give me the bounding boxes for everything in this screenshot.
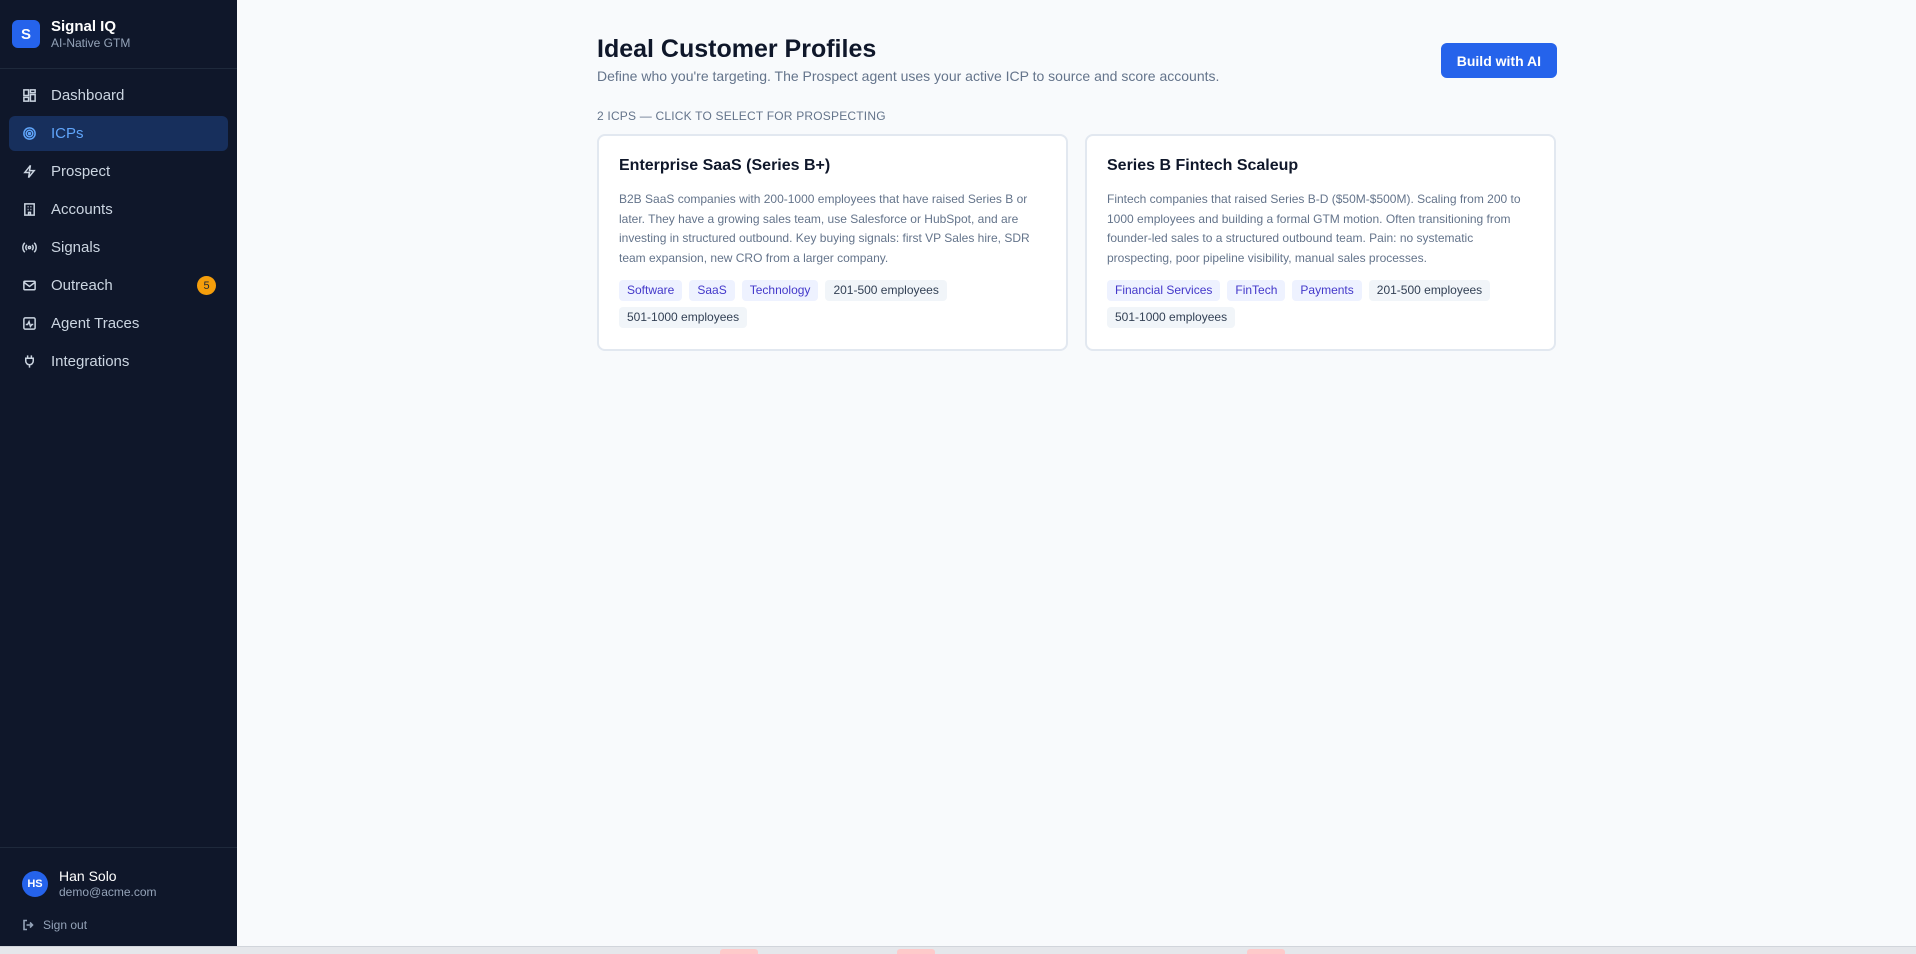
- sidebar-item-accounts[interactable]: Accounts: [9, 192, 228, 227]
- main-content: Ideal Customer Profiles Define who you'r…: [237, 0, 1916, 946]
- target-icon: [21, 126, 37, 142]
- plug-icon: [21, 354, 37, 370]
- icp-card-tags: Software SaaS Technology 201-500 employe…: [619, 280, 1046, 328]
- sidebar: S Signal IQ AI-Native GTM Dashboard ICPs…: [0, 0, 237, 946]
- size-tag: 201-500 employees: [1368, 280, 1491, 301]
- sidebar-item-agent-traces[interactable]: Agent Traces: [9, 306, 228, 341]
- user-profile[interactable]: HS Han Solo demo@acme.com: [22, 868, 215, 900]
- logout-icon: [23, 919, 34, 931]
- sidebar-footer: HS Han Solo demo@acme.com Sign out: [0, 847, 237, 946]
- sidebar-item-dashboard[interactable]: Dashboard: [9, 78, 228, 113]
- avatar: HS: [22, 871, 48, 897]
- user-name: Han Solo: [59, 868, 117, 884]
- brand-logo: S: [12, 20, 40, 48]
- sidebar-item-signals[interactable]: Signals: [9, 230, 228, 265]
- sidebar-item-icps[interactable]: ICPs: [9, 116, 228, 151]
- building-icon: [21, 202, 37, 218]
- radio-icon: [21, 240, 37, 256]
- sidebar-item-label: ICPs: [51, 125, 84, 142]
- bottom-scrollbar[interactable]: [0, 946, 1916, 954]
- user-email: demo@acme.com: [59, 885, 157, 899]
- page-description: Define who you're targeting. The Prospec…: [597, 68, 1220, 84]
- industry-tag: FinTech: [1227, 280, 1286, 301]
- industry-tag: Software: [619, 280, 683, 301]
- icp-card-tags: Financial Services FinTech Payments 201-…: [1107, 280, 1534, 328]
- dashboard-icon: [21, 88, 37, 104]
- sidebar-item-label: Outreach: [51, 277, 113, 294]
- bolt-icon: [21, 164, 37, 180]
- icp-page: Ideal Customer Profiles Define who you'r…: [597, 34, 1557, 351]
- industry-tag: Financial Services: [1107, 280, 1221, 301]
- sidebar-item-label: Agent Traces: [51, 315, 140, 332]
- icp-card-list: Enterprise SaaS (Series B+) B2B SaaS com…: [597, 134, 1557, 351]
- mail-icon: [21, 278, 37, 294]
- icp-card-title: Enterprise SaaS (Series B+): [619, 157, 831, 174]
- brand[interactable]: S Signal IQ AI-Native GTM: [0, 0, 237, 69]
- sidebar-item-outreach[interactable]: Outreach 5: [9, 268, 228, 303]
- bottom-marker: [720, 949, 758, 954]
- page-title: Ideal Customer Profiles: [597, 35, 877, 63]
- sidebar-item-label: Accounts: [51, 201, 113, 218]
- sign-out-label: Sign out: [43, 918, 88, 932]
- brand-tagline: AI-Native GTM: [51, 35, 131, 50]
- sidebar-item-label: Integrations: [51, 353, 130, 370]
- sign-out-button[interactable]: Sign out: [22, 918, 215, 932]
- industry-tag: Payments: [1292, 280, 1362, 301]
- brand-name: Signal IQ: [51, 17, 117, 35]
- icp-card-title: Series B Fintech Scaleup: [1107, 157, 1299, 174]
- page-header: Ideal Customer Profiles Define who you'r…: [597, 34, 1557, 84]
- build-with-ai-button[interactable]: Build with AI: [1440, 43, 1557, 78]
- outreach-count-badge: 5: [197, 276, 216, 295]
- bottom-marker: [897, 949, 935, 954]
- icp-card-description: B2B SaaS companies with 200-1000 employe…: [619, 192, 1030, 265]
- icp-card-enterprise-saas[interactable]: Enterprise SaaS (Series B+) B2B SaaS com…: [597, 134, 1068, 351]
- industry-tag: Technology: [741, 280, 819, 301]
- icp-card-fintech-scaleup[interactable]: Series B Fintech Scaleup Fintech compani…: [1085, 134, 1556, 351]
- sidebar-item-label: Prospect: [51, 163, 111, 180]
- sidebar-nav: Dashboard ICPs Prospect Accounts Signals…: [0, 69, 237, 382]
- sidebar-item-label: Dashboard: [51, 87, 125, 104]
- sidebar-item-prospect[interactable]: Prospect: [9, 154, 228, 189]
- icp-count-label: 2 ICPs — click to select for prospecting: [597, 109, 886, 123]
- size-tag: 501-1000 employees: [1107, 307, 1236, 328]
- sidebar-item-label: Signals: [51, 239, 101, 256]
- size-tag: 501-1000 employees: [619, 307, 748, 328]
- icp-card-description: Fintech companies that raised Series B-D…: [1107, 192, 1521, 265]
- bottom-marker: [1247, 949, 1285, 954]
- size-tag: 201-500 employees: [825, 280, 947, 301]
- industry-tag: SaaS: [689, 280, 735, 301]
- sidebar-item-integrations[interactable]: Integrations: [9, 344, 228, 379]
- activity-icon: [21, 316, 37, 332]
